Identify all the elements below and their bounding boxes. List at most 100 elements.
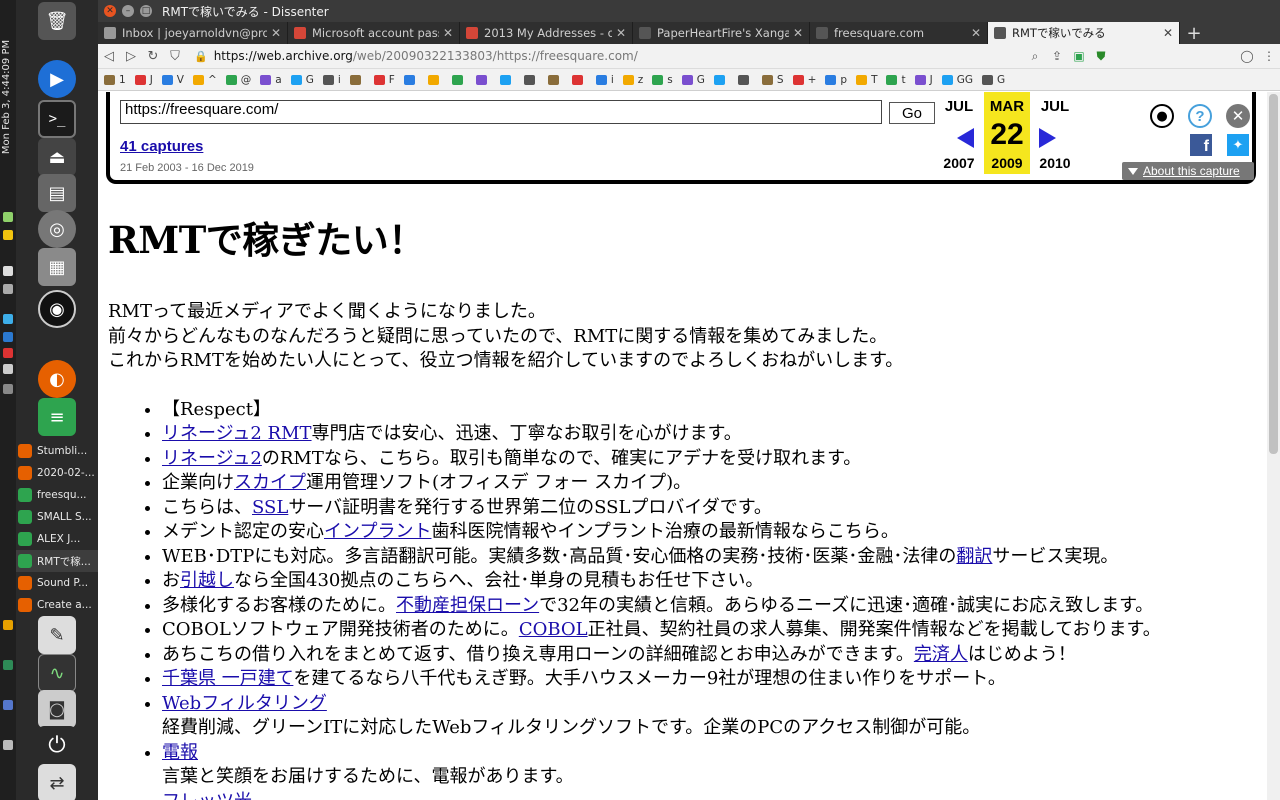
facebook-icon[interactable]: f: [1190, 134, 1212, 156]
bookmark-item[interactable]: p: [825, 74, 847, 86]
tray-app-icon[interactable]: [3, 660, 13, 670]
new-tab-button[interactable]: +: [1180, 22, 1208, 44]
shield-icon[interactable]: ⛊: [1090, 45, 1112, 67]
address-bar[interactable]: 🔒 https://web.archive.org/web/2009032213…: [194, 46, 1024, 66]
bookmark-item[interactable]: G: [982, 74, 1005, 86]
window-item[interactable]: Stumbli...: [16, 440, 98, 462]
bookmark-item[interactable]: z: [622, 74, 643, 86]
bookmark-item[interactable]: [451, 74, 467, 85]
tab-close-icon[interactable]: ✕: [271, 26, 281, 40]
bookmark-item[interactable]: a: [260, 74, 282, 86]
bookmark-item[interactable]: [403, 74, 419, 85]
tab-close-icon[interactable]: ✕: [443, 26, 453, 40]
share-icon[interactable]: ⇪: [1046, 45, 1068, 67]
tray-app-icon[interactable]: [3, 284, 13, 294]
tab-microsoft[interactable]: Microsoft account passwo ✕: [288, 22, 460, 44]
tray-app-icon[interactable]: [3, 230, 13, 240]
item-link[interactable]: 翻訳: [956, 546, 992, 567]
window-item[interactable]: 2020-02-...: [16, 462, 98, 484]
bookmark-item[interactable]: F: [373, 74, 395, 86]
window-maximize-button[interactable]: □: [140, 5, 152, 17]
camera-icon[interactable]: ◙: [38, 690, 76, 728]
wifi-icon[interactable]: [3, 212, 13, 222]
user-icon[interactable]: ●: [1150, 104, 1174, 128]
item-link[interactable]: 引越し: [180, 570, 234, 591]
bookmark-item[interactable]: s: [652, 74, 673, 86]
tab-inbox[interactable]: Inbox | joeyarnoldvn@pro ✕: [98, 22, 288, 44]
bookmark-icon[interactable]: ⛉: [164, 45, 186, 67]
item-link[interactable]: フレッツ光: [162, 791, 252, 800]
bookmark-item[interactable]: [713, 74, 729, 85]
window-minimize-button[interactable]: –: [122, 5, 134, 17]
profile-icon[interactable]: ◯: [1236, 45, 1258, 67]
bookmark-item[interactable]: i: [595, 74, 614, 86]
tray-app-icon[interactable]: [3, 314, 13, 324]
scanner-icon[interactable]: ▤: [38, 174, 76, 212]
archive-manager-icon[interactable]: ▦: [38, 248, 76, 286]
item-link[interactable]: 完済人: [914, 644, 968, 665]
forward-icon[interactable]: ▷: [120, 45, 142, 67]
bookmark-item[interactable]: @: [225, 74, 251, 86]
item-link[interactable]: 不動産担保ローン: [396, 595, 539, 616]
item-link[interactable]: Webフィルタリング: [162, 693, 327, 714]
wayback-url-input[interactable]: https://freesquare.com/: [120, 100, 882, 124]
bookmark-item[interactable]: G: [290, 74, 314, 86]
obs-studio-icon[interactable]: ◉: [38, 290, 76, 328]
file-manager-icon[interactable]: ⇄: [38, 764, 76, 800]
tab-freesquare[interactable]: freesquare.com ✕: [810, 22, 988, 44]
calendar-next[interactable]: JUL 2010: [1032, 92, 1078, 174]
bookmark-item[interactable]: [523, 74, 539, 85]
bookmark-item[interactable]: i: [322, 74, 341, 86]
trash-icon[interactable]: 🗑: [38, 2, 76, 40]
zoom-icon[interactable]: ⌕: [1024, 45, 1046, 67]
captures-link[interactable]: 41 captures: [120, 138, 203, 155]
tray-app-icon[interactable]: [3, 620, 13, 630]
bookmark-item[interactable]: V: [161, 74, 184, 86]
tray-app-icon[interactable]: [3, 740, 13, 750]
media-player-icon[interactable]: ▶: [38, 60, 76, 98]
bookmark-item[interactable]: T: [856, 74, 877, 86]
help-icon[interactable]: ?: [1188, 104, 1212, 128]
bookmark-item[interactable]: G: [681, 74, 705, 86]
tray-app-icon[interactable]: [3, 384, 13, 394]
item-link[interactable]: COBOL: [519, 619, 588, 640]
tray-app-icon[interactable]: [3, 700, 13, 710]
twitter-icon[interactable]: ✦: [1227, 134, 1249, 156]
bookmark-item[interactable]: ^: [192, 74, 217, 86]
menu-icon[interactable]: ⋮: [1258, 45, 1280, 67]
extension-icon[interactable]: ▣: [1068, 45, 1090, 67]
bookmark-item[interactable]: J: [134, 74, 153, 86]
window-item[interactable]: ALEX J...: [16, 528, 98, 550]
tab-addresses[interactable]: 2013 My Addresses - origin ✕: [460, 22, 633, 44]
ubuntu-settings-icon[interactable]: ◎: [38, 210, 76, 248]
bookmark-item[interactable]: +: [792, 74, 816, 86]
bookmark-item[interactable]: 1: [104, 74, 126, 86]
tab-close-icon[interactable]: ✕: [971, 26, 981, 40]
tab-xanga[interactable]: PaperHeartFire's Xanga Si ✕: [633, 22, 810, 44]
bookmark-item[interactable]: S: [761, 74, 784, 86]
notes-app-icon[interactable]: ≡: [38, 398, 76, 436]
wayback-go-button[interactable]: Go: [889, 102, 935, 124]
tray-app-icon[interactable]: [3, 348, 13, 358]
item-link[interactable]: インプラント: [324, 521, 431, 542]
tab-close-icon[interactable]: ✕: [1163, 26, 1173, 40]
eject-icon[interactable]: ⏏: [38, 138, 76, 176]
tray-app-icon[interactable]: [3, 364, 13, 374]
back-icon[interactable]: ◁: [98, 45, 120, 67]
bookmark-item[interactable]: [475, 74, 491, 85]
system-monitor-icon[interactable]: ∿: [38, 654, 76, 692]
scrollbar-thumb[interactable]: [1269, 94, 1278, 454]
reload-icon[interactable]: ↻: [142, 45, 164, 67]
tab-rmt-active[interactable]: RMTで稼いでみる ✕: [988, 22, 1180, 44]
power-icon[interactable]: ⏻: [38, 726, 76, 764]
tray-app-icon[interactable]: [3, 332, 13, 342]
bookmark-item[interactable]: [737, 74, 753, 85]
window-item-active[interactable]: RMTで稼...: [16, 550, 98, 572]
bookmark-item[interactable]: [571, 74, 587, 85]
window-item[interactable]: Create a...: [16, 594, 98, 616]
firefox-icon[interactable]: ◐: [38, 360, 76, 398]
text-editor-icon[interactable]: ✎: [38, 616, 76, 654]
tray-app-icon[interactable]: [3, 266, 13, 276]
terminal-icon[interactable]: >_: [38, 100, 76, 138]
item-link[interactable]: リネージュ2 RMT: [162, 423, 312, 444]
